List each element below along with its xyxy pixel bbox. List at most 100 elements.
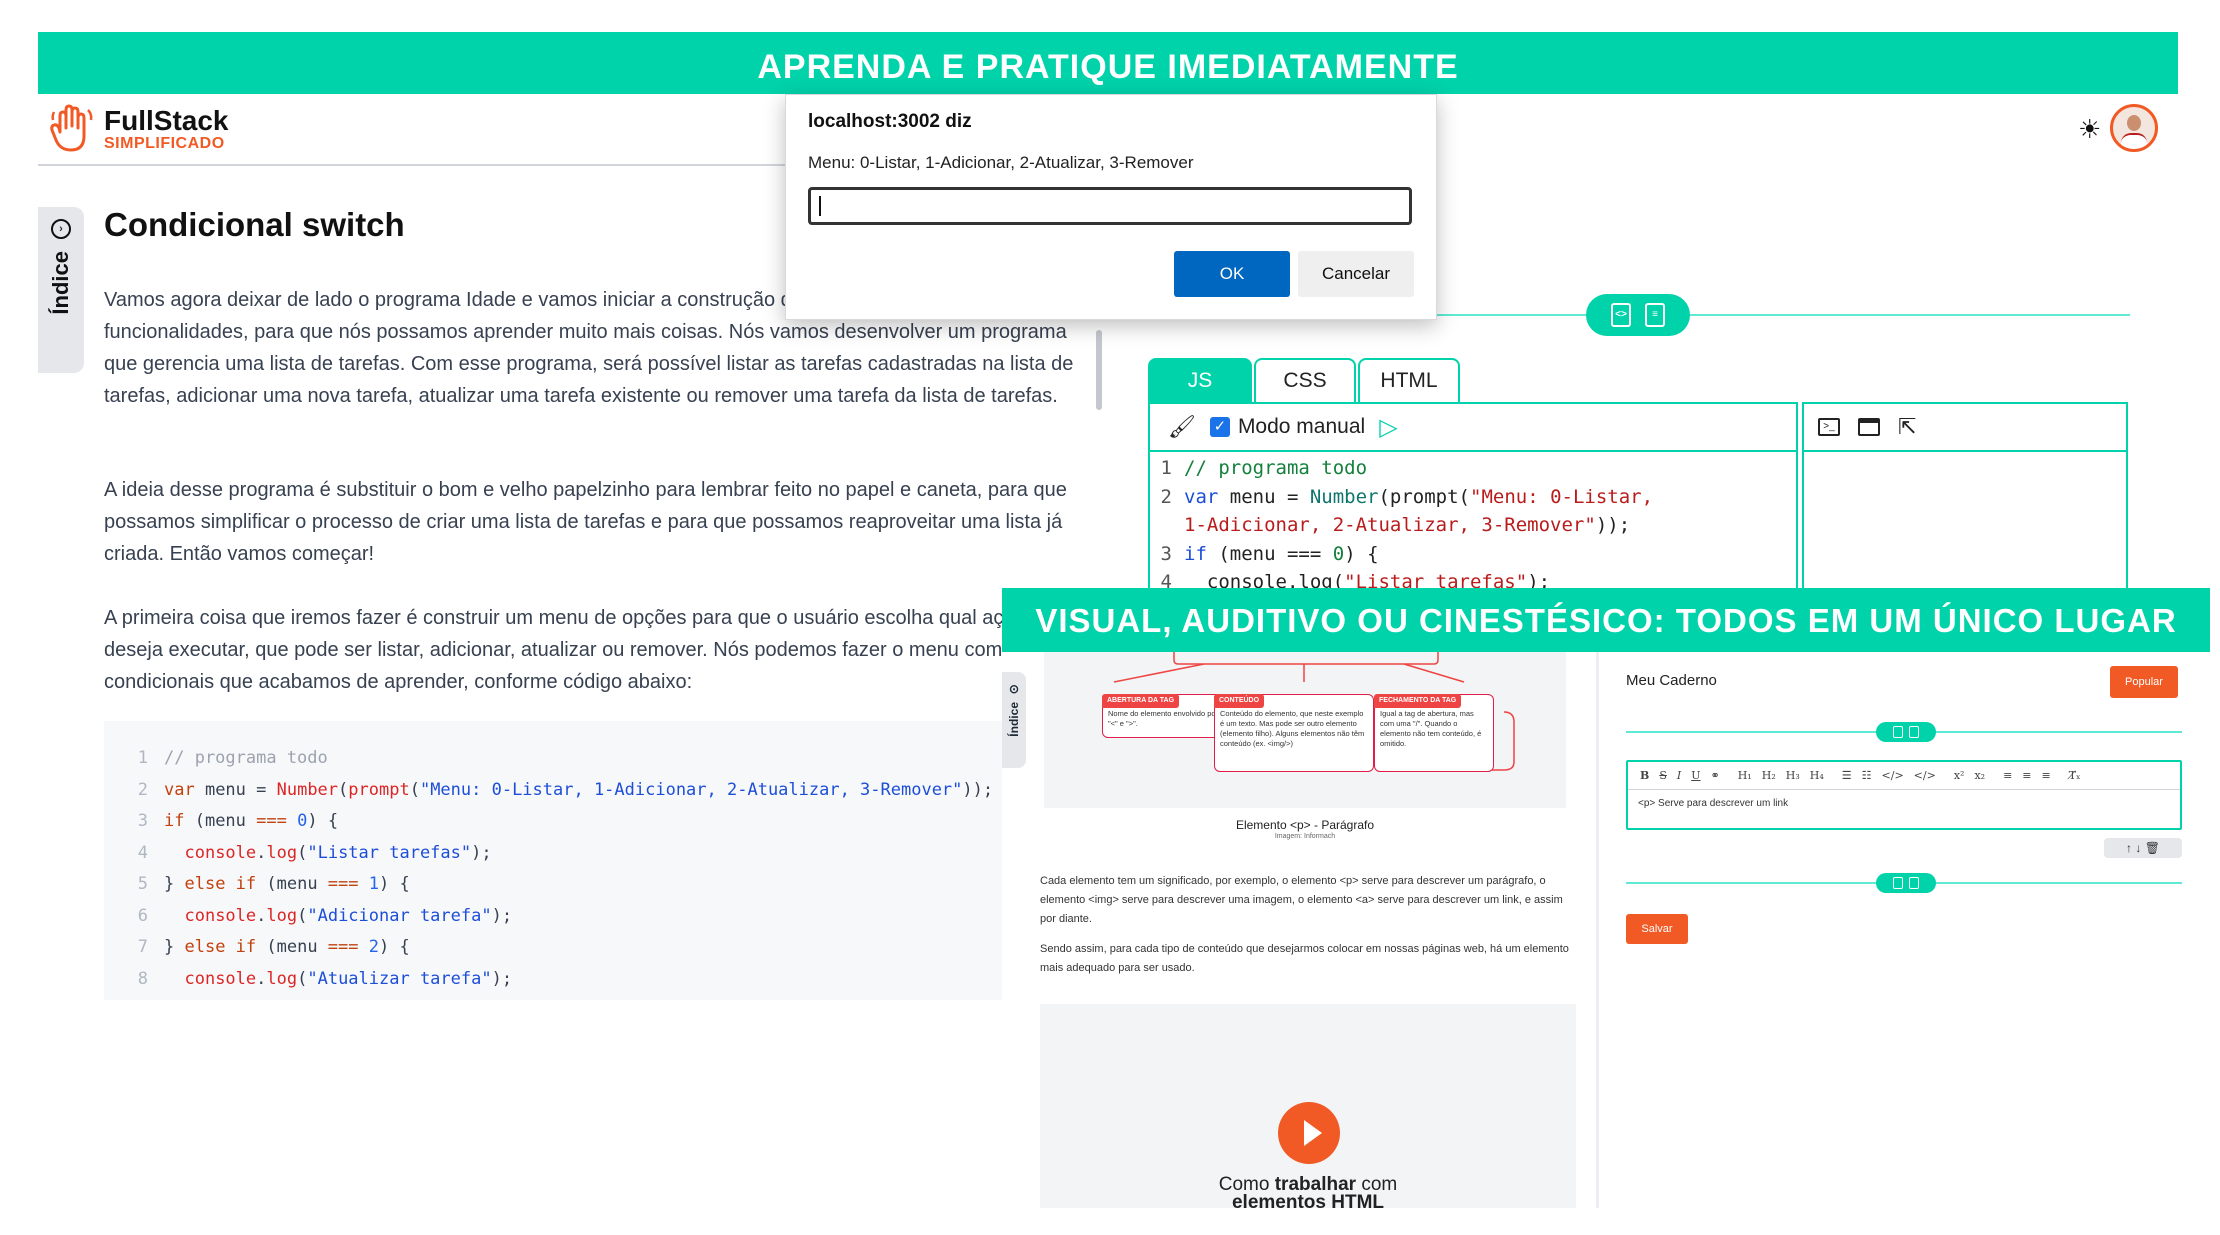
align-right-icon[interactable]: ≡: [2042, 769, 2051, 782]
indice-tab[interactable]: ⊙ Índice: [1002, 672, 1026, 768]
indice-tab[interactable]: › Índice: [38, 207, 84, 373]
code-line: 1// programa todo: [137, 748, 328, 768]
terminal-icon[interactable]: >_: [1818, 418, 1840, 436]
column-divider: [1596, 652, 1599, 1208]
indice-label: Índice: [48, 251, 73, 315]
notebook-title: Meu Caderno: [1626, 672, 1717, 689]
html-element-diagram: ABERTURA DA TAG Nome do elemento envolvi…: [1044, 652, 1566, 808]
chevron-right-circle-icon: ›: [51, 219, 71, 239]
dialog-input[interactable]: [808, 187, 1412, 225]
heading3-icon[interactable]: H₃: [1786, 769, 1800, 782]
article-title: Condicional switch: [104, 206, 405, 243]
code-file-icon[interactable]: <>: [1611, 303, 1631, 327]
lower-paragraph: Cada elemento tem um significado, por ex…: [1040, 875, 1563, 925]
ordered-list-icon[interactable]: ☷: [1862, 769, 1872, 782]
brand-logo[interactable]: FullStack SIMPLIFICADO: [50, 104, 228, 154]
editor-line: 1// programa todo: [1160, 457, 1368, 479]
tab-js[interactable]: JS: [1148, 358, 1252, 402]
italic-icon[interactable]: I: [1677, 769, 1681, 782]
arrow-up-icon: ↑: [2126, 841, 2133, 855]
avatar[interactable]: [2110, 104, 2158, 152]
code-file-icon: [1893, 877, 1903, 889]
view-toggle[interactable]: [1876, 873, 1936, 893]
strike-icon[interactable]: S: [1659, 769, 1667, 782]
heading2-icon[interactable]: H₂: [1762, 769, 1776, 782]
figure-credit: Imagem: Informach: [1274, 833, 1336, 840]
code-editor[interactable]: 🖌 ✓ Modo manual ▷ 1// programa todo 2 var…: [1148, 402, 1798, 592]
bold-icon[interactable]: B: [1640, 769, 1649, 782]
code-line: 7} else if (menu === 2) {: [137, 937, 410, 957]
heading1-icon[interactable]: H₁: [1738, 769, 1752, 782]
code-line: 2 var menu = Number(prompt("Menu: 0-Lista…: [137, 779, 994, 800]
heading4-icon[interactable]: H₄: [1810, 769, 1824, 782]
save-button[interactable]: Salvar: [1626, 914, 1688, 944]
align-center-icon[interactable]: ≡: [2022, 769, 2031, 782]
video-player[interactable]: Como trabalhar com elementos HTML: [1040, 1004, 1576, 1208]
text-file-icon: [1909, 726, 1919, 738]
lower-preview-window: ⊙ Índice ABERTURA DA TAG Nome do element…: [1002, 652, 2210, 1208]
manual-mode-checkbox[interactable]: ✓: [1209, 417, 1230, 437]
text-file-icon[interactable]: ≡: [1645, 303, 1665, 327]
editor-content[interactable]: <p> Serve para descrever um link: [1628, 790, 2180, 817]
figure-caption: Elemento <p> - Parágrafo: [1235, 818, 1375, 832]
code-block-icon[interactable]: </>: [1914, 769, 1936, 782]
prompt-dialog: localhost:3002 diz Menu: 0-Listar, 1-Adi…: [785, 94, 1437, 320]
arrow-down-icon: ↓: [2135, 841, 2142, 855]
video-title: Como trabalhar com elementos HTML: [1218, 1174, 1398, 1208]
rich-text-editor[interactable]: B S I U ⚭ H₁ H₂ H₃ H₄ ☰ ☷ </> </> x² x₂ …: [1626, 760, 2182, 830]
editor-line: 1-Adicionar, 2-Atualizar, 3-Remover"));: [1184, 514, 1631, 536]
external-link-icon[interactable]: ⇱: [1898, 416, 1916, 438]
tab-html[interactable]: HTML: [1358, 358, 1460, 402]
code-line: 8 console.log("Atualizar tarefa");: [137, 968, 513, 989]
editor-toolbar: 🖌 ✓ Modo manual ▷: [1150, 404, 1796, 452]
bottom-banner: VISUAL, AUDITIVO OU CINESTÉSICO: TODOS E…: [1002, 588, 2210, 652]
indice-label: Índice: [1007, 702, 1021, 737]
link-icon[interactable]: ⚭: [1711, 769, 1720, 782]
rich-text-toolbar: B S I U ⚭ H₁ H₂ H₃ H₄ ☰ ☷ </> </> x² x₂ …: [1628, 762, 2180, 790]
tab-css[interactable]: CSS: [1254, 358, 1356, 402]
console-panel: >_ ⇱: [1802, 402, 2128, 592]
code-line: 3 if (menu === 0) {: [137, 811, 339, 831]
code-line: 5} else if (menu === 1) {: [137, 874, 410, 894]
code-icon[interactable]: </>: [1882, 769, 1904, 782]
bullet-list-icon[interactable]: ☰: [1842, 769, 1852, 782]
brush-icon[interactable]: 🖌: [1168, 414, 1196, 440]
run-play-icon[interactable]: ▷: [1379, 413, 1397, 442]
editor-line: 2 var menu = Number(prompt("Menu: 0-Lista…: [1160, 485, 1654, 508]
popular-button[interactable]: Popular: [2110, 666, 2178, 698]
console-toolbar: >_ ⇱: [1804, 404, 2126, 452]
diagram-box-closing-tag: FECHAMENTO DA TAG Igual a tag de abertur…: [1374, 694, 1494, 772]
trash-icon: 🗑: [2144, 841, 2160, 855]
window-icon[interactable]: [1858, 418, 1880, 436]
sun-icon[interactable]: ☀: [2078, 114, 2101, 145]
code-file-icon: [1893, 726, 1903, 738]
lower-paragraph: Sendo assim, para cada tipo de conteúdo …: [1040, 943, 1569, 974]
diagram-box-opening-tag: ABERTURA DA TAG Nome do elemento envolvi…: [1102, 694, 1228, 738]
text-file-icon: [1909, 877, 1919, 889]
align-left-icon[interactable]: ≡: [2003, 769, 2012, 782]
play-icon[interactable]: [1278, 1102, 1340, 1164]
code-block: 1// programa todo 2 var menu = Number(pro…: [104, 721, 1098, 1000]
top-banner: APRENDA E PRATIQUE IMEDIATAMENTE: [38, 32, 2178, 94]
article-paragraph: A primeira coisa que iremos fazer é cons…: [104, 607, 1058, 693]
chevron-right-circle-icon: ⊙: [1008, 682, 1020, 696]
hand-wave-icon: [50, 104, 93, 152]
view-toggle[interactable]: [1876, 722, 1936, 742]
underline-icon[interactable]: U: [1691, 769, 1700, 782]
superscript-icon[interactable]: x²: [1954, 769, 1965, 782]
view-toggle[interactable]: <> ≡: [1586, 294, 1690, 336]
subscript-icon[interactable]: x₂: [1974, 769, 1985, 782]
code-line: 4 console.log("Listar tarefas");: [137, 842, 492, 863]
editor-line: 3 if (menu === 0) {: [1160, 542, 1379, 565]
manual-mode-label: Modo manual: [1237, 415, 1366, 438]
scrollbar-thumb[interactable]: [1096, 330, 1102, 410]
ok-button[interactable]: OK: [1174, 251, 1290, 297]
clear-format-icon[interactable]: T̸ₓ: [2069, 769, 2081, 782]
diagram-box-content: CONTEÚDO Conteúdo do elemento, que neste…: [1214, 694, 1374, 772]
article-paragraph: A ideia desse programa é substituir o bo…: [104, 479, 1067, 565]
cancel-button[interactable]: Cancelar: [1298, 251, 1414, 297]
dialog-message: Menu: 0-Listar, 1-Adicionar, 2-Atualizar…: [808, 153, 1194, 172]
code-line: 6 console.log("Adicionar tarefa");: [137, 905, 513, 926]
block-actions[interactable]: ↑ ↓ 🗑: [2104, 838, 2182, 858]
brand-name: FullStack: [104, 105, 229, 136]
